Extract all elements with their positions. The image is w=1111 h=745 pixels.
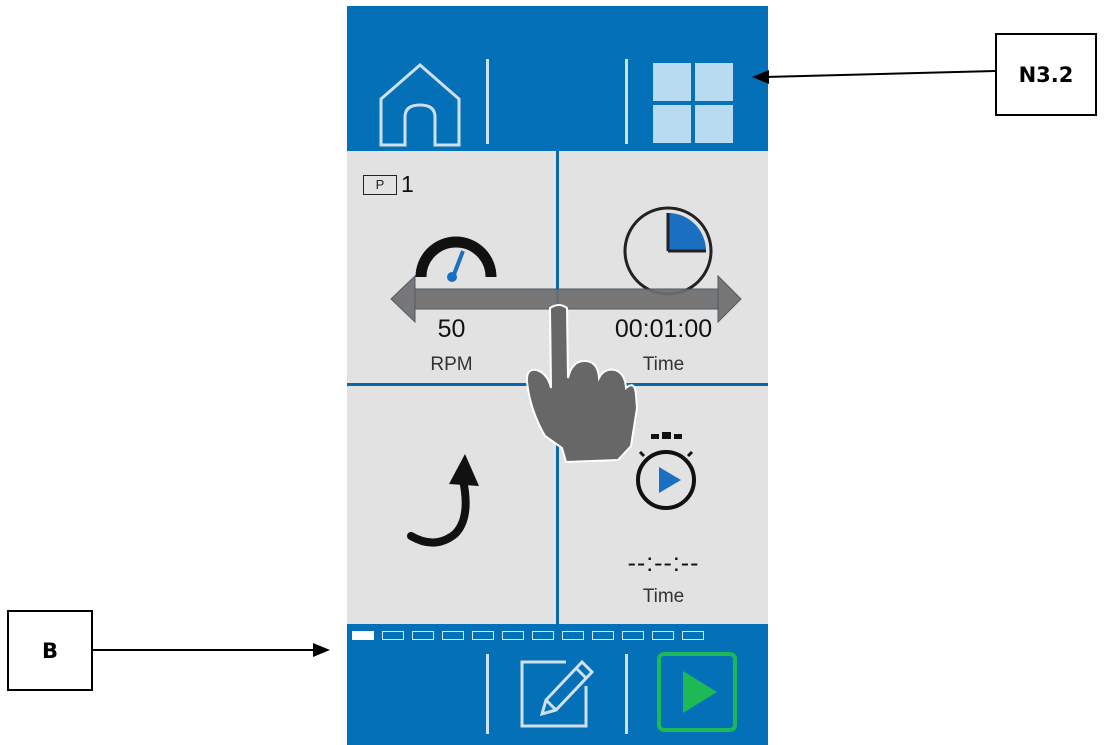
callout-label-top: N3.2 xyxy=(995,33,1097,116)
callout-label-bottom: B xyxy=(7,610,93,691)
callout-arrows xyxy=(92,70,996,657)
